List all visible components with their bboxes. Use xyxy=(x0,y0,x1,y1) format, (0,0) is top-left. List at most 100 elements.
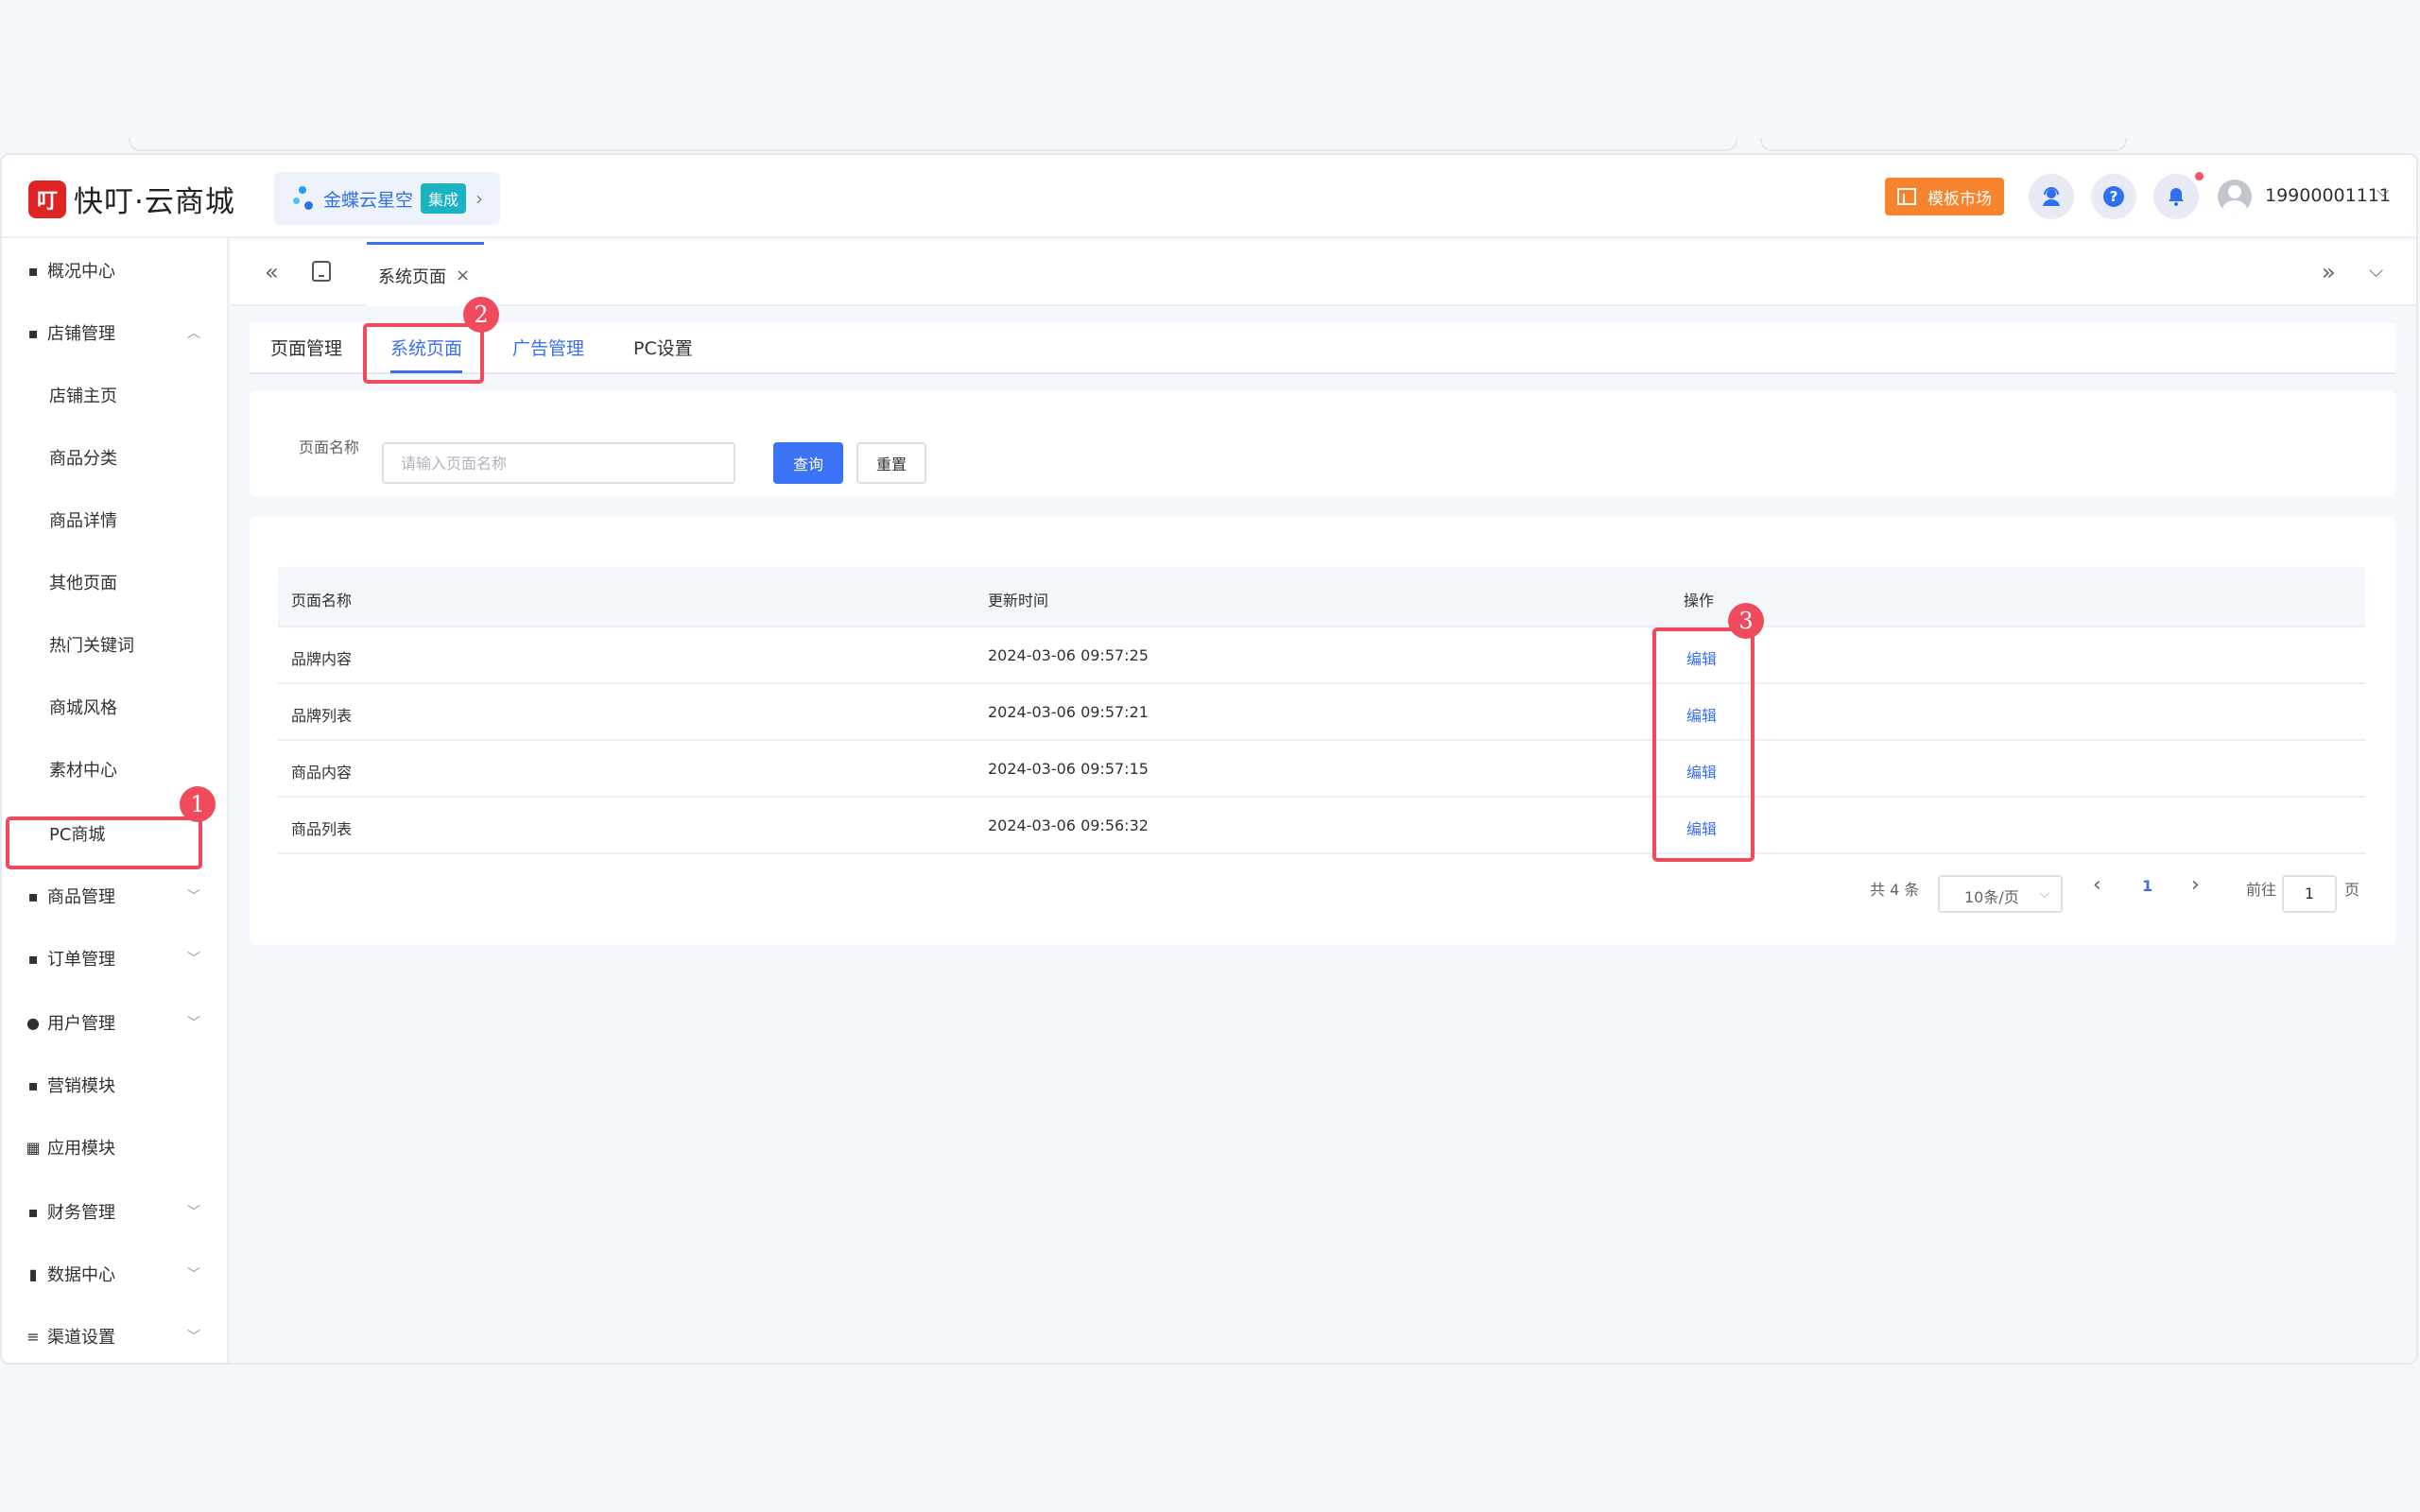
highlight-pc-mall xyxy=(6,816,202,869)
sidebar-item-overview[interactable]: ▪ 概况中心 xyxy=(2,242,227,299)
sidebar-subitem-hot-keywords[interactable]: 热门关键词 xyxy=(2,616,227,673)
sidebar-item-finance[interactable]: ▪ 财务管理 ﹀ xyxy=(2,1183,227,1240)
double-chevron-right-icon[interactable]: » xyxy=(2322,259,2336,285)
sidebar-item-label: 用户管理 xyxy=(47,1014,115,1034)
chart-line-icon: ▪ xyxy=(27,1075,39,1094)
sidebar-item-label: 素材中心 xyxy=(49,761,117,781)
chevron-down-icon: ﹀ xyxy=(187,1267,200,1282)
step-badge-1: 1 xyxy=(180,786,216,822)
visited-tab-system-pages[interactable]: 系统页面 × xyxy=(367,242,484,306)
double-chevron-left-icon[interactable]: « xyxy=(265,259,279,285)
close-icon[interactable]: × xyxy=(456,266,470,285)
goto-page-input[interactable]: 1 xyxy=(2282,875,2337,913)
clipboard-icon: ▪ xyxy=(27,949,39,968)
chevron-down-icon: ⌵ xyxy=(2039,886,2049,902)
background-window-edge xyxy=(1760,138,2127,151)
table-row: 商品列表 2024-03-06 09:56:32 编辑 xyxy=(278,798,2365,854)
step-badge-2: 2 xyxy=(463,297,499,333)
highlight-edit-links xyxy=(1652,627,1754,862)
briefcase-icon: ▪ xyxy=(27,886,39,905)
notifications-button[interactable] xyxy=(2153,174,2199,219)
sidebar-subitem-mall-style[interactable]: 商城风格 xyxy=(2,679,227,735)
system-pages-table: 页面名称 更新时间 操作 品牌内容 2024-03-06 09:57:25 编辑… xyxy=(250,516,2395,945)
brand-logo-icon: 叮 xyxy=(28,180,66,218)
content-tabs: 页面管理 系统页面 广告管理 PC设置 xyxy=(250,323,2395,374)
sidebar-subitem-other-pages[interactable]: 其他页面 xyxy=(2,554,227,610)
page-name-input[interactable] xyxy=(382,442,735,484)
page-size-value: 10条/页 xyxy=(1964,888,2019,906)
home-icon[interactable] xyxy=(312,261,331,282)
sidebar-item-apps[interactable]: ▦ 应用模块 xyxy=(2,1119,227,1176)
search-form: 页面名称 查询 重置 xyxy=(250,391,2395,497)
sidebar-subitem-product-detail[interactable]: 商品详情 xyxy=(2,491,227,548)
sidebar-item-label: 商品管理 xyxy=(47,887,115,907)
sidebar-item-label: 其他页面 xyxy=(49,574,117,593)
tab-page-management[interactable]: 页面管理 xyxy=(270,335,342,360)
sidebar-item-label: 热门关键词 xyxy=(49,636,134,656)
chevron-down-icon: ﹀ xyxy=(187,1205,200,1220)
query-button[interactable]: 查询 xyxy=(773,442,843,484)
sidebar-item-label: 店铺管理 xyxy=(47,324,115,344)
integration-label: 金蝶云星空 xyxy=(323,189,414,211)
avatar[interactable] xyxy=(2218,180,2252,214)
current-page-number[interactable]: 1 xyxy=(2142,877,2152,895)
sidebar-item-label: 商品详情 xyxy=(49,511,117,531)
page-name-label: 页面名称 xyxy=(299,438,360,456)
column-header-page-name: 页面名称 xyxy=(291,592,353,610)
visited-tabs-bar: « 系统页面 × » ⌵ xyxy=(231,240,2416,306)
cell-updated-time: 2024-03-06 09:57:15 xyxy=(988,760,1149,778)
tab-pc-settings[interactable]: PC设置 xyxy=(633,335,693,360)
sidebar-item-store[interactable]: ▪ 店铺管理 ︿ xyxy=(2,304,227,361)
table-row: 品牌列表 2024-03-06 09:57:21 编辑 xyxy=(278,684,2365,741)
sidebar-item-label: 商品分类 xyxy=(49,449,117,469)
sidebar-subitem-category[interactable]: 商品分类 xyxy=(2,429,227,486)
brand-logo[interactable]: 叮 快叮·云商城 xyxy=(28,178,235,220)
cell-page-name: 品牌列表 xyxy=(291,707,353,725)
brand-name: 快叮·云商城 xyxy=(74,185,235,219)
sidebar-item-label: 数据中心 xyxy=(47,1265,115,1285)
sidebar-item-orders[interactable]: ▪ 订单管理 ﹀ xyxy=(2,930,227,987)
tab-ad-management[interactable]: 广告管理 xyxy=(512,335,584,360)
sidebar-item-label: 店铺主页 xyxy=(49,387,117,406)
sidebar-item-channels[interactable]: ≡ 渠道设置 ﹀ xyxy=(2,1308,227,1363)
sidebar-item-marketing[interactable]: ▪ 营销模块 xyxy=(2,1057,227,1113)
template-market-label: 模板市场 xyxy=(1927,189,1992,209)
wallet-icon: ▪ xyxy=(27,1202,39,1221)
cell-updated-time: 2024-03-06 09:57:21 xyxy=(988,703,1149,721)
reset-button[interactable]: 重置 xyxy=(856,442,926,484)
kingdee-cloud-icon xyxy=(293,184,320,213)
background-window-edge xyxy=(129,138,1737,151)
page-size-select[interactable]: 10条/页 ⌵ xyxy=(1938,875,2063,913)
notification-dot xyxy=(2195,172,2204,180)
integration-badge: 集成 xyxy=(421,183,467,214)
chevron-down-icon: ﹀ xyxy=(187,1330,200,1345)
chevron-down-icon[interactable]: ⌵ xyxy=(2369,259,2383,282)
prev-page-button[interactable]: ‹ xyxy=(2093,873,2101,897)
sidebar-item-data-center[interactable]: ▮ 数据中心 ﹀ xyxy=(2,1246,227,1302)
customer-service-button[interactable] xyxy=(2029,174,2074,219)
chevron-down-icon[interactable]: ⌵ xyxy=(2377,181,2390,201)
table-header: 页面名称 更新时间 操作 xyxy=(278,567,2365,627)
goto-prefix: 前往 xyxy=(2246,881,2277,899)
template-market-button[interactable]: 模板市场 xyxy=(1885,178,2004,215)
grid-icon: ▦ xyxy=(26,1138,41,1157)
top-header: 叮 快叮·云商城 金蝶云星空 集成 › 模板市场 ? 19900001111 ⌵ xyxy=(2,155,2416,238)
chevron-down-icon: ﹀ xyxy=(187,952,200,967)
pagination-total: 共 4 条 xyxy=(1870,881,1920,899)
sidebar-item-products[interactable]: ▪ 商品管理 ﹀ xyxy=(2,868,227,924)
bell-icon xyxy=(2169,188,2184,206)
sidebar-item-label: 营销模块 xyxy=(47,1076,115,1096)
next-page-button[interactable]: › xyxy=(2191,873,2200,897)
customer-service-icon xyxy=(2043,187,2060,206)
sidebar-item-label: 应用模块 xyxy=(47,1139,115,1159)
cell-page-name: 商品内容 xyxy=(291,764,353,782)
integration-switcher[interactable]: 金蝶云星空 集成 › xyxy=(274,172,501,225)
user-account-name[interactable]: 19900001111 xyxy=(2265,185,2391,206)
help-button[interactable]: ? xyxy=(2091,174,2136,219)
column-header-updated-time: 更新时间 xyxy=(988,592,1049,610)
sidebar-item-label: 商城风格 xyxy=(49,698,117,718)
sidebar-item-users[interactable]: ● 用户管理 ﹀ xyxy=(2,994,227,1051)
table-row: 商品内容 2024-03-06 09:57:15 编辑 xyxy=(278,741,2365,798)
sidebar-subitem-store-home[interactable]: 店铺主页 xyxy=(2,367,227,423)
user-icon: ● xyxy=(26,1013,40,1032)
